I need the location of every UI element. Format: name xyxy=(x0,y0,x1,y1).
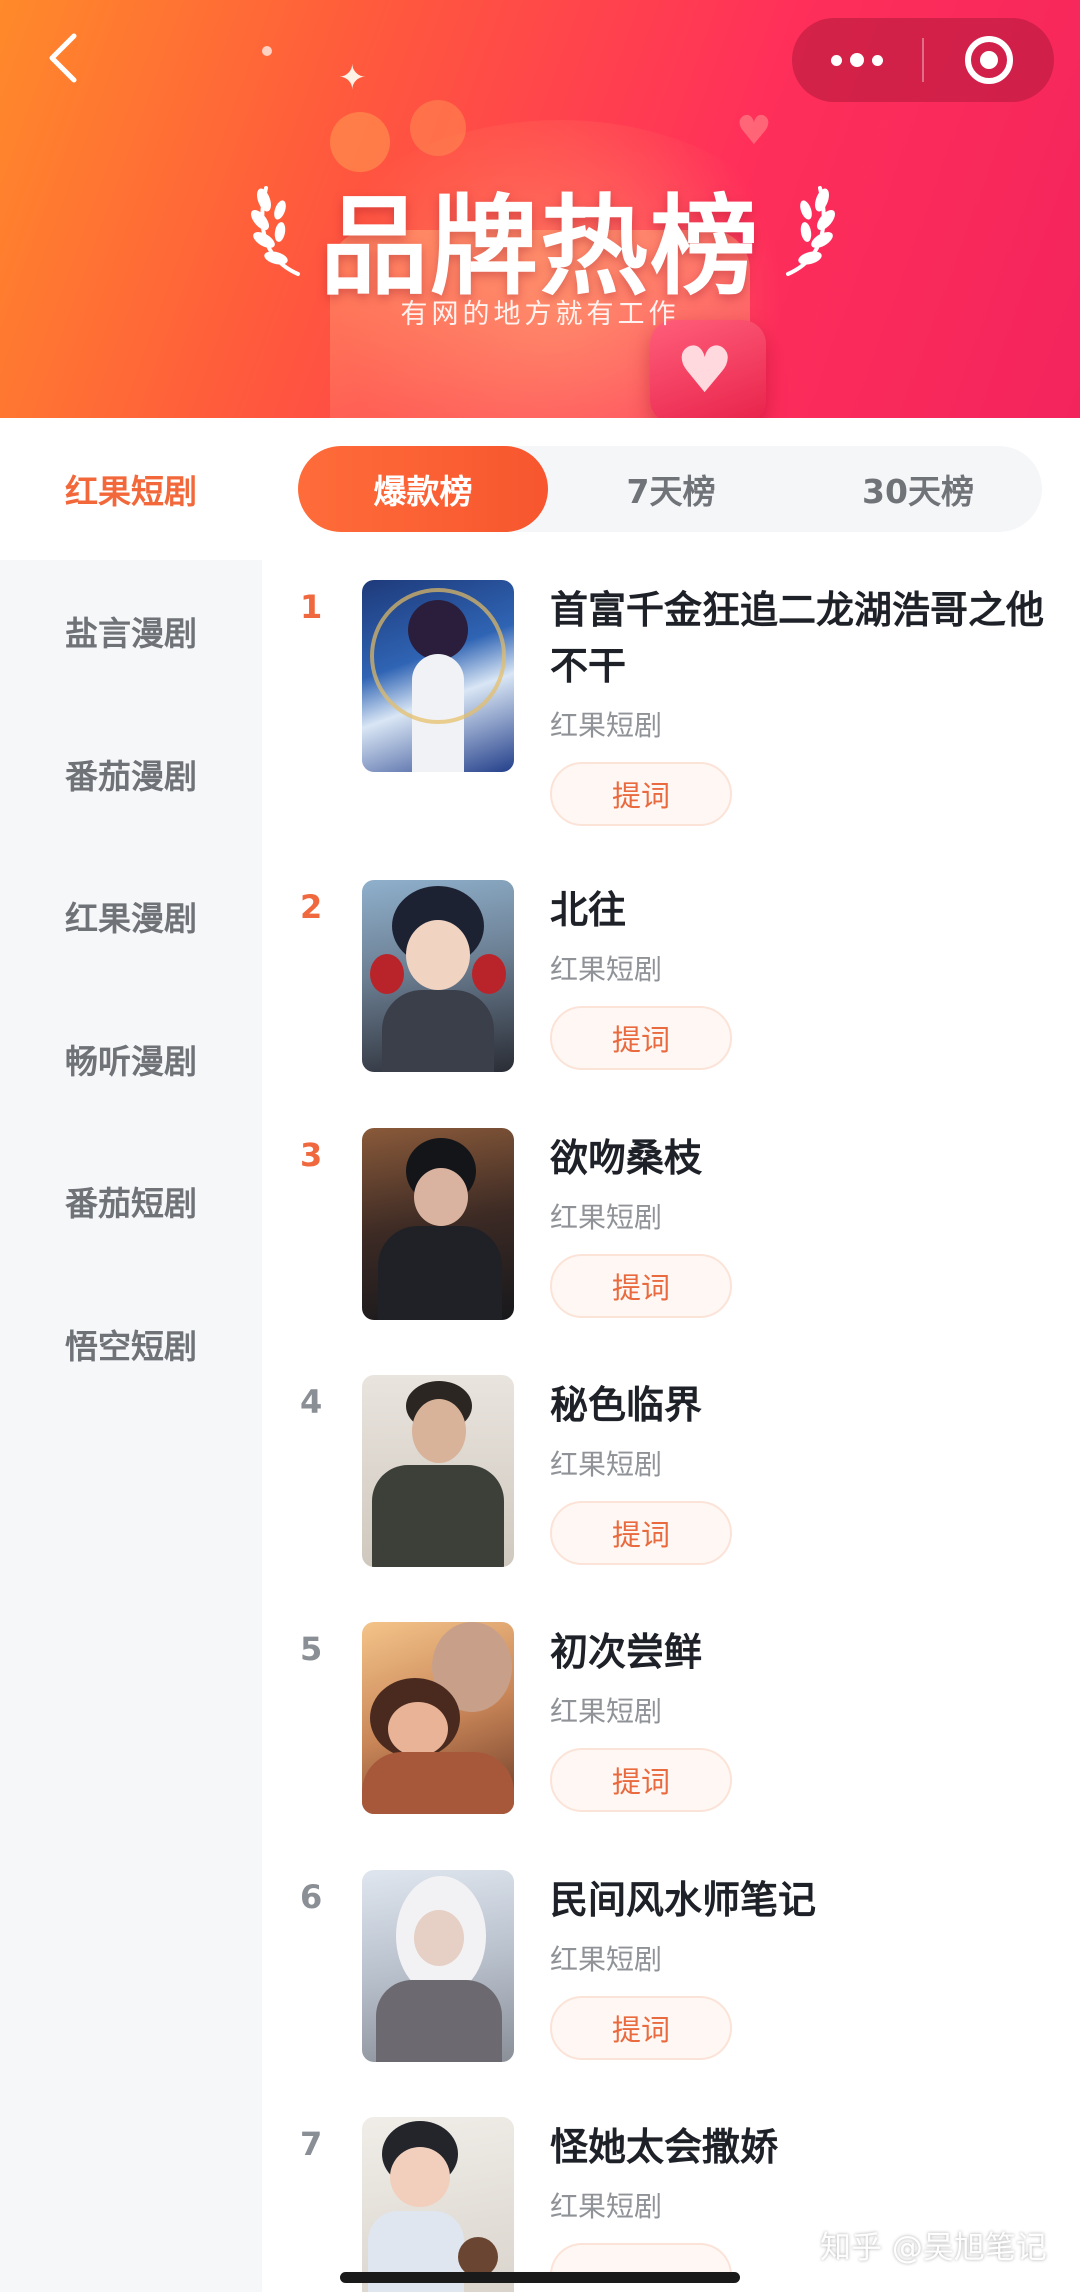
ranking-tabs: 爆款榜 7天榜 30天榜 xyxy=(298,446,1042,532)
chevron-left-icon xyxy=(49,33,77,83)
sidebar-item-yanyan-comic-drama[interactable]: 盐言漫剧 xyxy=(0,560,262,702)
rank-number: 6 xyxy=(300,1878,323,1916)
tab-7-day-list[interactable]: 7天榜 xyxy=(548,446,794,532)
more-dots-icon xyxy=(850,53,864,67)
more-button[interactable] xyxy=(792,18,922,102)
more-dots-icon xyxy=(831,54,842,66)
heart-icon: ♥ xyxy=(736,108,772,154)
rank-number: 4 xyxy=(300,1383,323,1421)
list-item[interactable]: 6 民间风水师笔记 红果短剧 提词 xyxy=(262,1870,1080,2117)
list-item[interactable]: 1 首富千金狂追二龙湖浩哥之他不干 红果短剧 提词 xyxy=(262,580,1080,827)
close-mini-program-button[interactable] xyxy=(924,18,1054,102)
drama-source: 红果短剧 xyxy=(550,709,663,742)
drama-title: 首富千金狂追二龙湖浩哥之他不干 xyxy=(550,588,1045,688)
ranking-main: 爆款榜 7天榜 30天榜 1 首富千金狂追二龙湖浩哥之他不干 红果短剧 提词 2 xyxy=(262,418,1080,2292)
banner-balloon-decoration xyxy=(410,100,466,156)
drama-source: 红果短剧 xyxy=(550,2190,663,2223)
watermark: 知乎 @吴旭笔记 xyxy=(820,2230,1047,2266)
drama-cover-image[interactable] xyxy=(362,880,514,1072)
drama-source: 红果短剧 xyxy=(550,1943,663,1976)
rank-number: 1 xyxy=(300,588,323,626)
drama-source: 红果短剧 xyxy=(550,1695,663,1728)
brand-hot-list-banner: ✦ ♥ ♥ 品牌热榜 有网的地方就有工作 xyxy=(0,0,1080,418)
drama-cover-image[interactable] xyxy=(362,1870,514,2062)
prompt-button[interactable]: 提词 xyxy=(550,1748,732,1812)
prompt-button[interactable]: 提词 xyxy=(550,1501,732,1565)
sidebar-item-hongguo-comic-drama[interactable]: 红果漫剧 xyxy=(0,845,262,987)
sidebar-item-fanqie-short-drama[interactable]: 番茄短剧 xyxy=(0,1130,262,1272)
drama-cover-image[interactable] xyxy=(362,1375,514,1567)
drama-cover-image[interactable] xyxy=(362,1622,514,1814)
list-item[interactable]: 2 北往 红果短剧 提词 xyxy=(262,880,1080,1127)
rank-number: 5 xyxy=(300,1630,323,1668)
banner-subtitle: 有网的地方就有工作 xyxy=(400,299,680,330)
more-dots-icon xyxy=(872,54,883,66)
prompt-button[interactable]: 提词 xyxy=(550,762,732,826)
page: ✦ ♥ ♥ 品牌热榜 有网的地方就有工作 红果短剧 盐言漫剧 番茄漫剧 红果漫剧… xyxy=(0,0,1080,2292)
list-item[interactable]: 4 秘色临界 红果短剧 提词 xyxy=(262,1375,1080,1622)
drama-title: 秘色临界 xyxy=(550,1383,703,1427)
drama-cover-image[interactable] xyxy=(362,580,514,772)
target-ring-icon xyxy=(965,36,1013,84)
drama-source: 红果短剧 xyxy=(550,1448,663,1481)
rank-number: 2 xyxy=(300,888,323,926)
rank-number: 7 xyxy=(300,2125,323,2163)
sidebar-item-fanqie-comic-drama[interactable]: 番茄漫剧 xyxy=(0,703,262,845)
tab-30-day-list[interactable]: 30天榜 xyxy=(794,446,1042,532)
sidebar-item-wukong-short-drama[interactable]: 悟空短剧 xyxy=(0,1273,262,1415)
drama-title: 北往 xyxy=(550,888,627,932)
list-item[interactable]: 5 初次尝鲜 红果短剧 提词 xyxy=(262,1622,1080,1869)
back-button[interactable] xyxy=(40,28,92,88)
sparkle-icon: ✦ xyxy=(338,58,367,98)
prompt-button[interactable]: 提词 xyxy=(550,1254,732,1318)
drama-cover-image[interactable] xyxy=(362,2117,514,2292)
prompt-button[interactable]: 提词 xyxy=(550,1006,732,1070)
heart-box-icon: ♥ xyxy=(650,320,766,418)
drama-source: 红果短剧 xyxy=(550,1201,663,1234)
sparkle-dot-icon xyxy=(262,46,272,56)
sidebar-item-hongguo-short-drama[interactable]: 红果短剧 xyxy=(0,418,262,560)
drama-title: 初次尝鲜 xyxy=(550,1630,703,1674)
drama-title: 怪她太会撒娇 xyxy=(550,2125,779,2169)
sidebar-item-changting-comic-drama[interactable]: 畅听漫剧 xyxy=(0,988,262,1130)
home-indicator[interactable] xyxy=(340,2272,740,2283)
drama-title: 民间风水师笔记 xyxy=(550,1878,817,1922)
list-item[interactable]: 3 欲吻桑枝 红果短剧 提词 xyxy=(262,1128,1080,1375)
platform-sidebar: 红果短剧 盐言漫剧 番茄漫剧 红果漫剧 畅听漫剧 番茄短剧 悟空短剧 xyxy=(0,418,262,2292)
drama-cover-image[interactable] xyxy=(362,1128,514,1320)
mini-program-capsule xyxy=(792,18,1054,102)
tab-hit-list[interactable]: 爆款榜 xyxy=(298,446,548,532)
rank-number: 3 xyxy=(300,1136,323,1174)
drama-source: 红果短剧 xyxy=(550,953,663,986)
drama-title: 欲吻桑枝 xyxy=(550,1136,703,1180)
prompt-button[interactable]: 提词 xyxy=(550,1996,732,2060)
